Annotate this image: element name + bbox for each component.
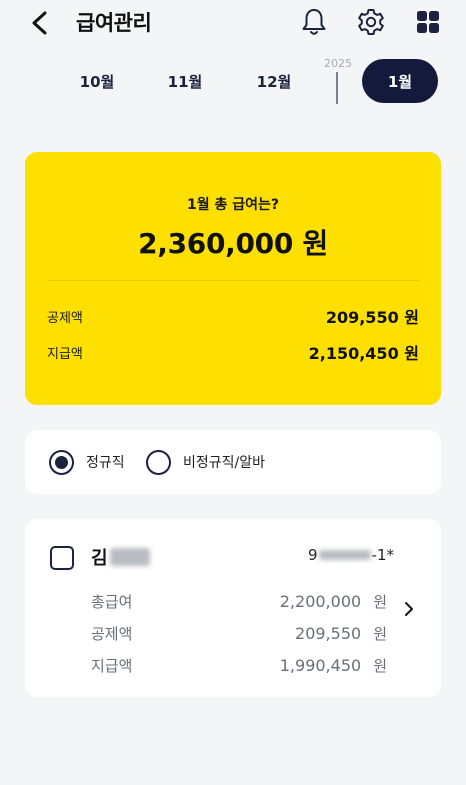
settings-button[interactable] — [355, 6, 387, 38]
employee-name: 김 — [91, 544, 150, 570]
employee-card[interactable]: 김 9 -1* 총급여 2,200,000 원 공제액 209,550 원 지급… — [25, 519, 441, 697]
deduction-value: 209,550 원 — [325, 308, 419, 327]
employee-checkbox[interactable] — [50, 546, 74, 570]
employee-name-redacted — [109, 548, 150, 566]
employee-deduction-row: 공제액 209,550 원 — [91, 620, 387, 646]
employee-payment-row: 지급액 1,990,450 원 — [91, 652, 387, 678]
year-divider — [336, 72, 338, 104]
chevron-left-icon — [32, 11, 47, 35]
chevron-right-icon[interactable] — [401, 601, 417, 617]
employee-id: 9 -1* — [308, 546, 394, 564]
employee-deduction-value: 209,550 — [295, 623, 362, 643]
salary-summary-card: 1월 총 급여는? 2,360,000 원 공제액 209,550 원 지급액 … — [25, 152, 441, 405]
employee-payment-unit: 원 — [373, 656, 387, 675]
radio-regular-indicator[interactable] — [49, 449, 74, 475]
deduction-label: 공제액 — [47, 310, 83, 326]
month-selector: 10월 11월 12월 2025 1월 — [0, 56, 466, 106]
employee-gross-row: 총급여 2,200,000 원 — [91, 588, 387, 614]
summary-total: 2,360,000 원 — [138, 227, 328, 260]
employee-name-visible: 김 — [91, 548, 108, 569]
gross-value: 2,200,000 — [279, 591, 362, 611]
summary-deduction-row: 공제액 209,550 원 — [47, 304, 419, 328]
back-button[interactable] — [24, 8, 54, 38]
page-title: 급여관리 — [76, 11, 152, 35]
employee-payment-value: 1,990,450 — [279, 655, 362, 675]
employee-deduction-label: 공제액 — [91, 624, 133, 643]
tab-month-november[interactable]: 11월 — [147, 59, 223, 103]
bell-icon — [302, 9, 326, 35]
payment-value: 2,150,450 원 — [308, 344, 419, 363]
notification-button[interactable] — [298, 6, 330, 38]
tab-month-january[interactable]: 1월 — [362, 59, 438, 103]
year-label: 2025 — [324, 57, 352, 70]
radio-selected-dot — [55, 455, 68, 469]
menu-button[interactable] — [412, 6, 444, 38]
header: 급여관리 — [0, 0, 466, 48]
tab-month-october[interactable]: 10월 — [59, 59, 135, 103]
employee-id-redacted — [318, 550, 371, 560]
radio-regular-label: 정규직 — [86, 455, 125, 471]
radio-nonregular[interactable]: 비정규직/알바 — [146, 449, 265, 475]
radio-nonregular-label: 비정규직/알바 — [183, 455, 265, 471]
summary-label: 1월 총 급여는? — [186, 197, 279, 213]
payment-label: 지급액 — [47, 346, 83, 362]
employee-id-suffix: -1* — [371, 546, 395, 564]
radio-nonregular-indicator[interactable] — [146, 449, 171, 475]
summary-payment-row: 지급액 2,150,450 원 — [47, 340, 419, 364]
gross-unit: 원 — [373, 592, 387, 611]
employment-type-card: 정규직 비정규직/알바 — [25, 430, 441, 494]
employee-id-prefix: 9 — [308, 546, 318, 564]
employee-payment-label: 지급액 — [91, 656, 133, 675]
gear-icon — [358, 9, 384, 35]
gross-label: 총급여 — [91, 592, 133, 611]
employee-deduction-unit: 원 — [373, 624, 387, 643]
grid-icon — [417, 11, 439, 33]
radio-regular[interactable]: 정규직 — [49, 449, 125, 475]
summary-divider — [47, 280, 419, 281]
tab-month-december[interactable]: 12월 — [236, 59, 312, 103]
